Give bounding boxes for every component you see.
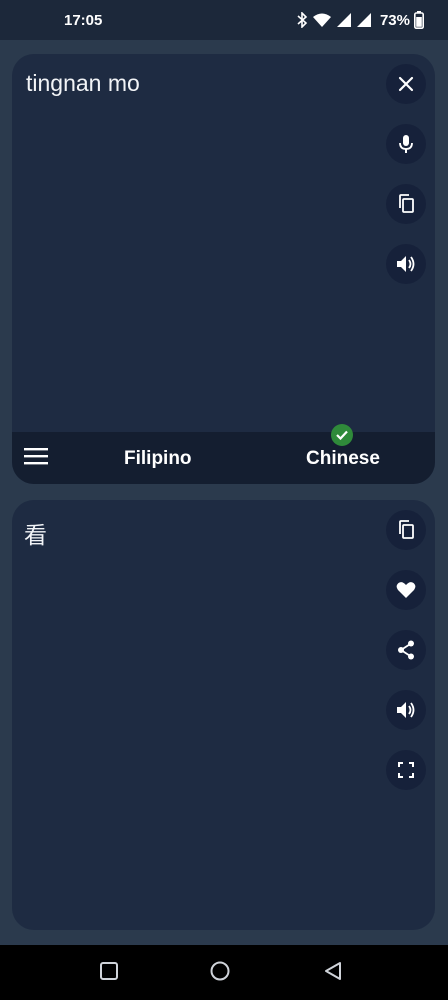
recents-square-icon bbox=[99, 961, 119, 986]
output-text: 看 bbox=[24, 523, 47, 549]
volume-icon bbox=[396, 255, 416, 273]
language-bar: Filipino Chinese bbox=[12, 424, 435, 484]
home-button[interactable] bbox=[208, 961, 232, 985]
battery-percent: 73% bbox=[379, 11, 410, 29]
target-language-button[interactable]: Chinese bbox=[306, 448, 380, 470]
share-icon bbox=[397, 640, 415, 660]
fullscreen-button[interactable] bbox=[386, 750, 426, 790]
copy-icon bbox=[397, 520, 415, 540]
back-button[interactable] bbox=[321, 961, 345, 985]
input-text[interactable]: tingnan mo bbox=[26, 70, 140, 97]
close-icon bbox=[398, 76, 414, 92]
signal-icon bbox=[356, 12, 372, 28]
voice-input-button[interactable] bbox=[386, 124, 426, 164]
bluetooth-icon bbox=[296, 12, 308, 28]
signal-icon bbox=[336, 12, 352, 28]
input-card: tingnan mo Filipino Chinese bbox=[12, 54, 435, 484]
heart-icon bbox=[396, 581, 416, 599]
system-navigation-bar bbox=[0, 945, 448, 1000]
favorite-button[interactable] bbox=[386, 570, 426, 610]
volume-icon bbox=[396, 701, 416, 719]
source-language-button[interactable]: Filipino bbox=[124, 448, 192, 470]
output-card: 看 bbox=[12, 500, 435, 930]
battery-icon bbox=[414, 11, 424, 29]
status-time: 17:05 bbox=[64, 11, 103, 29]
copy-icon bbox=[397, 194, 415, 214]
mic-icon bbox=[398, 134, 414, 154]
speak-input-button[interactable] bbox=[386, 244, 426, 284]
status-icons: 73% bbox=[296, 11, 424, 29]
speak-output-button[interactable] bbox=[386, 690, 426, 730]
wifi-icon bbox=[312, 12, 332, 28]
copy-output-button[interactable] bbox=[386, 510, 426, 550]
copy-input-button[interactable] bbox=[386, 184, 426, 224]
home-circle-icon bbox=[209, 960, 231, 987]
fullscreen-icon bbox=[398, 762, 414, 778]
share-button[interactable] bbox=[386, 630, 426, 670]
clear-button[interactable] bbox=[386, 64, 426, 104]
hamburger-menu-icon bbox=[24, 448, 48, 470]
status-bar: 17:05 73% bbox=[0, 0, 448, 40]
back-triangle-icon bbox=[323, 961, 343, 986]
recents-button[interactable] bbox=[97, 961, 121, 985]
check-icon bbox=[331, 424, 353, 446]
menu-button[interactable] bbox=[24, 446, 50, 470]
